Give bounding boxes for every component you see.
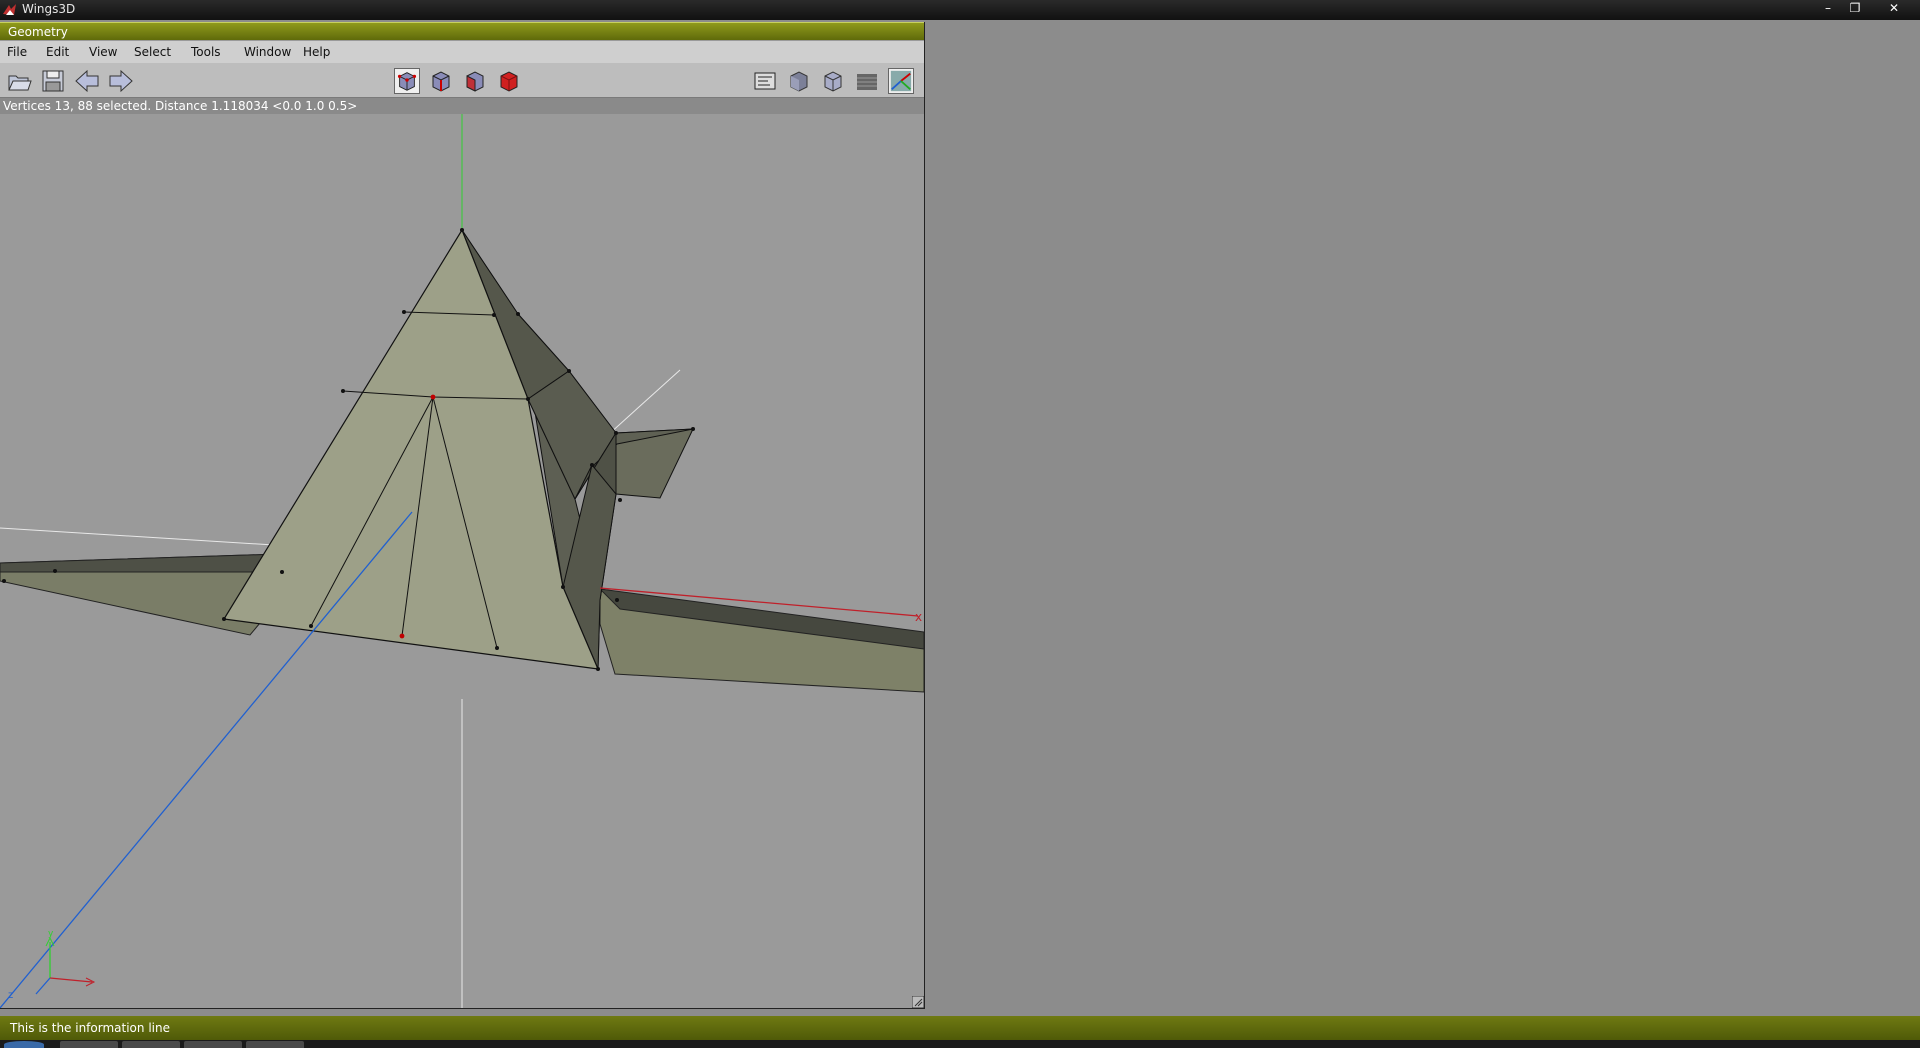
gizmo-y-label: y: [48, 929, 54, 939]
taskbar-item[interactable]: [122, 1041, 180, 1048]
menu-edit[interactable]: Edit: [46, 45, 69, 59]
smooth-shade-icon[interactable]: [786, 68, 812, 94]
axes-icon[interactable]: [888, 68, 914, 94]
face-mode-icon[interactable]: [462, 68, 488, 94]
redo-arrow-icon[interactable]: [108, 68, 134, 94]
vertex[interactable]: [280, 570, 284, 574]
vertex[interactable]: [691, 427, 695, 431]
resize-grip-icon[interactable]: [912, 996, 924, 1008]
close-button[interactable]: ✕: [1882, 0, 1906, 18]
vertex[interactable]: [460, 228, 464, 232]
menu-view[interactable]: View: [89, 45, 117, 59]
3d-viewport[interactable]: x y z: [0, 114, 925, 1009]
vertex[interactable]: [615, 598, 619, 602]
taskbar-item[interactable]: [60, 1041, 118, 1048]
taskbar-item[interactable]: [246, 1041, 304, 1048]
vertex[interactable]: [309, 624, 313, 628]
start-button[interactable]: [4, 1041, 44, 1048]
save-icon[interactable]: [40, 68, 66, 94]
wings3d-logo-icon: [3, 4, 16, 15]
menu-file[interactable]: File: [7, 45, 27, 59]
vertex[interactable]: [596, 667, 600, 671]
vertex[interactable]: [402, 310, 406, 314]
info-line: This is the information line: [0, 1016, 1920, 1040]
geometry-window: Geometry File Edit View Select Tools Win…: [0, 22, 925, 1009]
menu-window[interactable]: Window: [244, 45, 291, 59]
vertex-mode-icon[interactable]: [394, 68, 420, 94]
vertex[interactable]: [341, 389, 345, 393]
menu-select[interactable]: Select: [134, 45, 171, 59]
gizmo-z-label: z: [8, 990, 13, 1001]
outliner-icon[interactable]: [752, 68, 778, 94]
toolbar: [0, 63, 924, 98]
selection-status: Vertices 13, 88 selected. Distance 1.118…: [0, 98, 924, 114]
os-taskbar: [0, 1040, 1920, 1048]
menu-tools[interactable]: Tools: [191, 45, 221, 59]
selected-vertex[interactable]: [430, 394, 436, 400]
vertex[interactable]: [567, 369, 571, 373]
vertex[interactable]: [222, 617, 226, 621]
flat-shade-icon[interactable]: [820, 68, 846, 94]
left-wing-top: [0, 553, 286, 573]
vertex[interactable]: [561, 585, 565, 589]
vertex[interactable]: [495, 646, 499, 650]
x-axis-negative-line: [0, 527, 291, 547]
vertex[interactable]: [2, 579, 6, 583]
undo-arrow-icon[interactable]: [74, 68, 100, 94]
window-title: Wings3D: [22, 2, 76, 16]
vertex[interactable]: [516, 312, 520, 316]
vertex[interactable]: [526, 397, 530, 401]
open-icon[interactable]: [6, 68, 32, 94]
restore-button[interactable]: ❐: [1843, 0, 1867, 18]
axis-gizmo: y z: [8, 929, 96, 1001]
menu-help[interactable]: Help: [303, 45, 330, 59]
scene[interactable]: x y z: [0, 114, 925, 1009]
vertex[interactable]: [618, 498, 622, 502]
vertex[interactable]: [590, 463, 594, 467]
minimize-button[interactable]: –: [1816, 0, 1840, 18]
menubar: File Edit View Select Tools Window Help: [0, 41, 924, 63]
selected-vertex[interactable]: [399, 633, 405, 639]
window-titlebar: Wings3D – ❐ ✕: [0, 0, 1920, 20]
x-axis-label: x: [915, 610, 922, 624]
vertex[interactable]: [614, 431, 618, 435]
body-mode-icon[interactable]: [496, 68, 522, 94]
geometry-window-title[interactable]: Geometry: [0, 22, 924, 40]
ground-plane-icon[interactable]: [854, 68, 880, 94]
taskbar-item[interactable]: [184, 1041, 242, 1048]
edge-mode-icon[interactable]: [428, 68, 454, 94]
vertex[interactable]: [53, 569, 57, 573]
vertex[interactable]: [492, 313, 496, 317]
